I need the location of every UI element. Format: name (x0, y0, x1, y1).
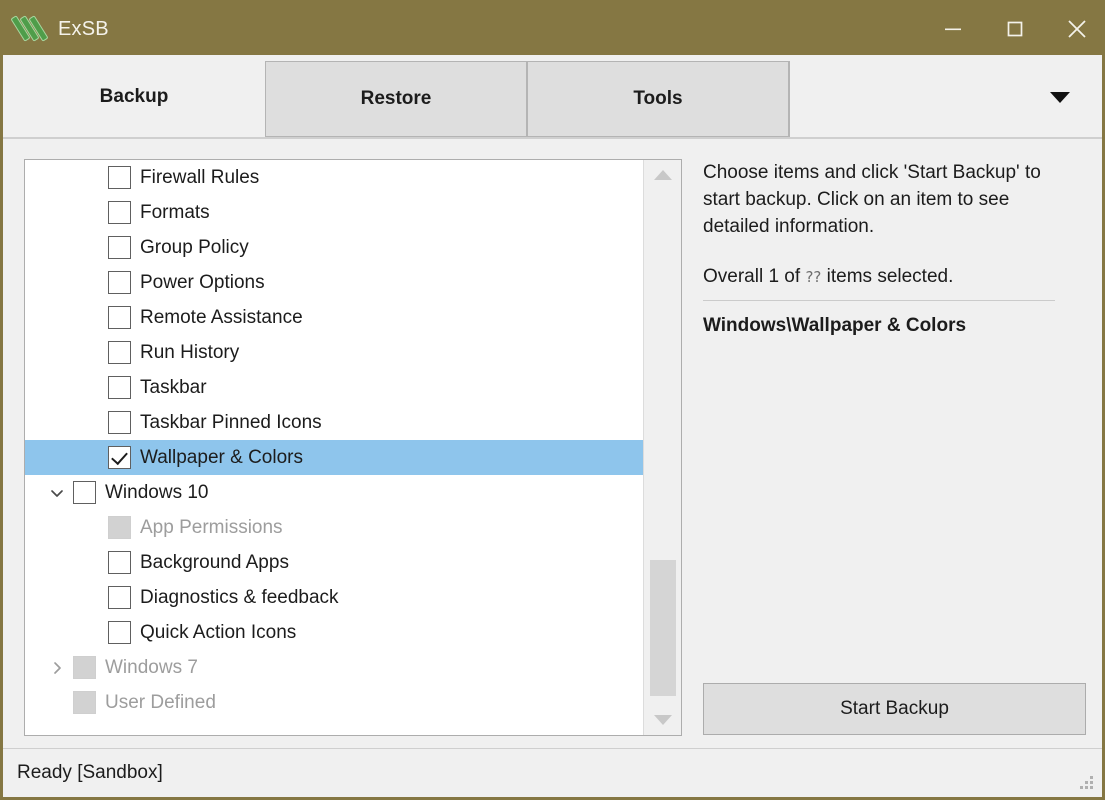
overall-prefix: Overall 1 of (703, 266, 801, 287)
chevron-placeholder (47, 343, 67, 363)
overall-suffix: items selected. (826, 266, 954, 287)
status-bar: Ready [Sandbox] (3, 748, 1102, 797)
start-backup-button[interactable]: Start Backup (703, 683, 1086, 735)
maximize-icon (1007, 21, 1023, 37)
resize-grip-icon[interactable] (1078, 774, 1096, 792)
tree-row[interactable]: Diagnostics & feedback (25, 580, 643, 615)
help-text: Choose items and click 'Start Backup' to… (703, 162, 1041, 237)
close-icon (1068, 20, 1086, 38)
tree-item-label: Wallpaper & Colors (140, 446, 303, 468)
tree-item-label: Firewall Rules (140, 166, 260, 188)
tree-row[interactable]: Taskbar Pinned Icons (25, 405, 643, 440)
chevron-placeholder (47, 553, 67, 573)
minimize-button[interactable] (922, 3, 984, 55)
window-title: ExSB (58, 17, 109, 40)
chevron-placeholder (47, 518, 67, 538)
item-checkbox (73, 691, 96, 714)
chevron-placeholder (47, 168, 67, 188)
item-checkbox[interactable] (108, 376, 131, 399)
tree-row[interactable]: Power Options (25, 265, 643, 300)
tree-item-label: Power Options (140, 271, 265, 293)
item-checkbox (73, 656, 96, 679)
item-checkbox[interactable] (108, 341, 131, 364)
tree-row[interactable]: Quick Action Icons (25, 615, 643, 650)
tab-tools[interactable]: Tools (527, 61, 789, 137)
title-bar: ExSB (3, 3, 1102, 55)
backup-items-tree[interactable]: Firewall Rules Formats Group Policy Power O… (25, 160, 643, 735)
minimize-icon (945, 28, 961, 31)
item-checkbox[interactable] (108, 271, 131, 294)
tab-restore[interactable]: Restore (265, 61, 527, 137)
tree-item-label: Diagnostics & feedback (140, 586, 339, 608)
tree-row[interactable]: Windows 7 (25, 650, 643, 685)
chevron-placeholder (47, 623, 67, 643)
chevron-placeholder (47, 413, 67, 433)
tree-row[interactable]: Remote Assistance (25, 300, 643, 335)
status-text: Ready [Sandbox] (17, 762, 163, 783)
info-panel: Choose items and click 'Start Backup' to… (703, 159, 1086, 736)
item-checkbox[interactable] (108, 621, 131, 644)
selected-item-path: Windows\Wallpaper & Colors (703, 315, 967, 336)
tree-item-label: Group Policy (140, 236, 249, 258)
chevron-placeholder (47, 238, 67, 258)
tree-item-label: Taskbar (140, 376, 207, 398)
tree-item-label: Taskbar Pinned Icons (140, 411, 322, 433)
maximize-button[interactable] (984, 3, 1046, 55)
info-divider (703, 300, 1055, 301)
item-checkbox[interactable] (73, 481, 96, 504)
tree-item-label: Windows 7 (105, 656, 198, 678)
application-window: ExSB Backup Restore Tools Firewall Rules… (0, 0, 1105, 800)
tree-row[interactable]: Formats (25, 195, 643, 230)
tree-row[interactable]: Run History (25, 335, 643, 370)
tree-row[interactable]: Group Policy (25, 230, 643, 265)
chevron-placeholder (47, 273, 67, 293)
tab-backup[interactable]: Backup (3, 55, 265, 141)
tree-row[interactable]: Background Apps (25, 545, 643, 580)
item-checkbox[interactable] (108, 236, 131, 259)
scroll-down-arrow-icon[interactable] (644, 705, 681, 735)
tree-row[interactable]: Windows 10 (25, 475, 643, 510)
tree-row[interactable]: User Defined (25, 685, 643, 720)
tree-item-label: Quick Action Icons (140, 621, 297, 643)
scrollbar-thumb[interactable] (650, 560, 676, 696)
chevron-placeholder (47, 693, 67, 713)
window-controls (922, 3, 1102, 55)
tree-item-label: Formats (140, 201, 210, 223)
item-checkbox[interactable] (108, 166, 131, 189)
tree-row[interactable]: App Permissions (25, 510, 643, 545)
tree-scrollbar[interactable] (643, 160, 681, 735)
close-button[interactable] (1046, 3, 1102, 55)
stripes-icon (10, 13, 49, 45)
item-checkbox[interactable] (108, 586, 131, 609)
chevron-down-icon[interactable] (47, 483, 67, 503)
item-checkbox[interactable] (108, 446, 131, 469)
tab-overflow-area (789, 61, 1102, 137)
item-checkbox (108, 516, 131, 539)
item-checkbox[interactable] (108, 411, 131, 434)
chevron-down-icon[interactable] (1048, 89, 1072, 110)
tree-item-label: Windows 10 (105, 481, 209, 503)
chevron-placeholder (47, 588, 67, 608)
tab-bar: Backup Restore Tools (3, 55, 1102, 141)
overall-selection-status: Overall 1 of ?? items selected. (703, 266, 1086, 288)
tree-item-label: Run History (140, 341, 240, 363)
item-checkbox[interactable] (108, 201, 131, 224)
chevron-right-icon[interactable] (47, 658, 67, 678)
scroll-up-arrow-icon[interactable] (644, 160, 681, 190)
chevron-placeholder (47, 203, 67, 223)
tree-row[interactable]: Wallpaper & Colors (25, 440, 643, 475)
tree-row[interactable]: Firewall Rules (25, 160, 643, 195)
overall-unknown-count: ?? (805, 268, 822, 286)
item-checkbox[interactable] (108, 306, 131, 329)
tree-item-label: Remote Assistance (140, 306, 303, 328)
tree-item-label: App Permissions (140, 516, 283, 538)
chevron-placeholder (47, 378, 67, 398)
tree-item-label: Background Apps (140, 551, 289, 573)
tree-row[interactable]: Taskbar (25, 370, 643, 405)
item-checkbox[interactable] (108, 551, 131, 574)
tree-item-label: User Defined (105, 691, 216, 713)
chevron-placeholder (47, 448, 67, 468)
chevron-placeholder (47, 308, 67, 328)
backup-items-tree-panel: Firewall Rules Formats Group Policy Power O… (24, 159, 682, 736)
